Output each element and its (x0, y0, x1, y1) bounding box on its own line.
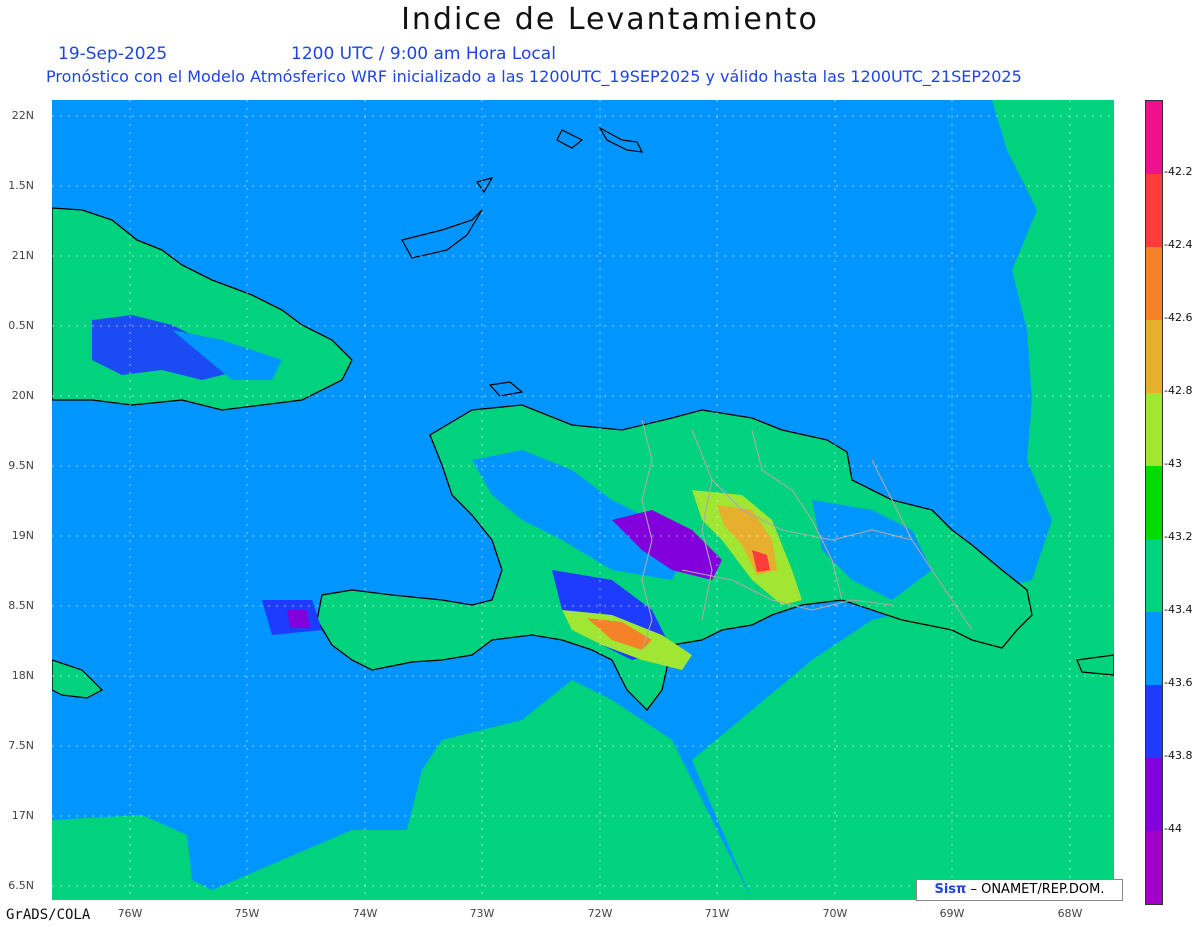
lat-label: 0.5N (8, 319, 34, 332)
lat-label: 17N (11, 809, 34, 822)
colorbar-segment (1146, 320, 1162, 393)
credit-text: – ONAMET/REP.DOM. (970, 882, 1105, 897)
credit-badge: Sisπ – ONAMET/REP.DOM. (916, 879, 1123, 901)
map-title: Indice de Levantamiento (401, 2, 819, 37)
colorbar-label: -43 (1164, 457, 1182, 470)
lat-label: 19N (11, 529, 34, 542)
colorbar-segment (1146, 685, 1162, 758)
lat-label: 9.5N (8, 459, 34, 472)
colorbar-label: -43.4 (1164, 603, 1193, 616)
colorbar-label: -43.6 (1164, 676, 1193, 689)
colorbar-label: -43.2 (1164, 530, 1193, 543)
map-panel[interactable] (52, 100, 1114, 900)
colorbar-label: -44 (1164, 822, 1182, 835)
colorbar-label: -42.8 (1164, 384, 1193, 397)
colorbar-label: -42.6 (1164, 311, 1193, 324)
lifted-index-map (52, 100, 1114, 900)
lon-label: 72W (587, 907, 613, 920)
colorbar (1145, 100, 1163, 905)
lat-label: 21N (11, 249, 34, 262)
lat-label: 6.5N (8, 879, 34, 892)
colorbar-segment (1146, 831, 1162, 904)
colorbar-segment (1146, 539, 1162, 612)
colorbar-segment (1146, 758, 1162, 831)
colorbar-segment (1146, 101, 1162, 174)
lat-label: 22N (11, 109, 34, 122)
colorbar-segment (1146, 466, 1162, 539)
forecast-date: 19-Sep-2025 (58, 44, 168, 64)
lon-label: 70W (822, 907, 848, 920)
lat-label: 20N (11, 389, 34, 402)
colorbar-segment (1146, 612, 1162, 685)
lat-label: 8.5N (8, 599, 34, 612)
colorbar-segment (1146, 393, 1162, 466)
lon-label: 68W (1057, 907, 1083, 920)
lon-label: 73W (469, 907, 495, 920)
lat-label: 18N (11, 669, 34, 682)
lon-label: 76W (117, 907, 143, 920)
colorbar-label: -43.8 (1164, 749, 1193, 762)
forecast-time: 1200 UTC / 9:00 am Hora Local (291, 44, 556, 64)
lat-label: 1.5N (8, 179, 34, 192)
southwest-purple-patch (287, 610, 310, 628)
lat-label: 7.5N (8, 739, 34, 752)
colorbar-label: -42.2 (1164, 165, 1193, 178)
lon-label: 71W (704, 907, 730, 920)
software-label: GrADS/COLA (6, 907, 91, 923)
colorbar-segment (1146, 247, 1162, 320)
lon-label: 74W (352, 907, 378, 920)
forecast-subtitle: Pronóstico con el Modelo Atmósferico WRF… (46, 67, 1022, 86)
colorbar-segment (1146, 174, 1162, 247)
lon-label: 69W (939, 907, 965, 920)
colorbar-label: -42.4 (1164, 238, 1193, 251)
lon-label: 75W (234, 907, 260, 920)
credit-brand: Sisπ (934, 882, 967, 897)
